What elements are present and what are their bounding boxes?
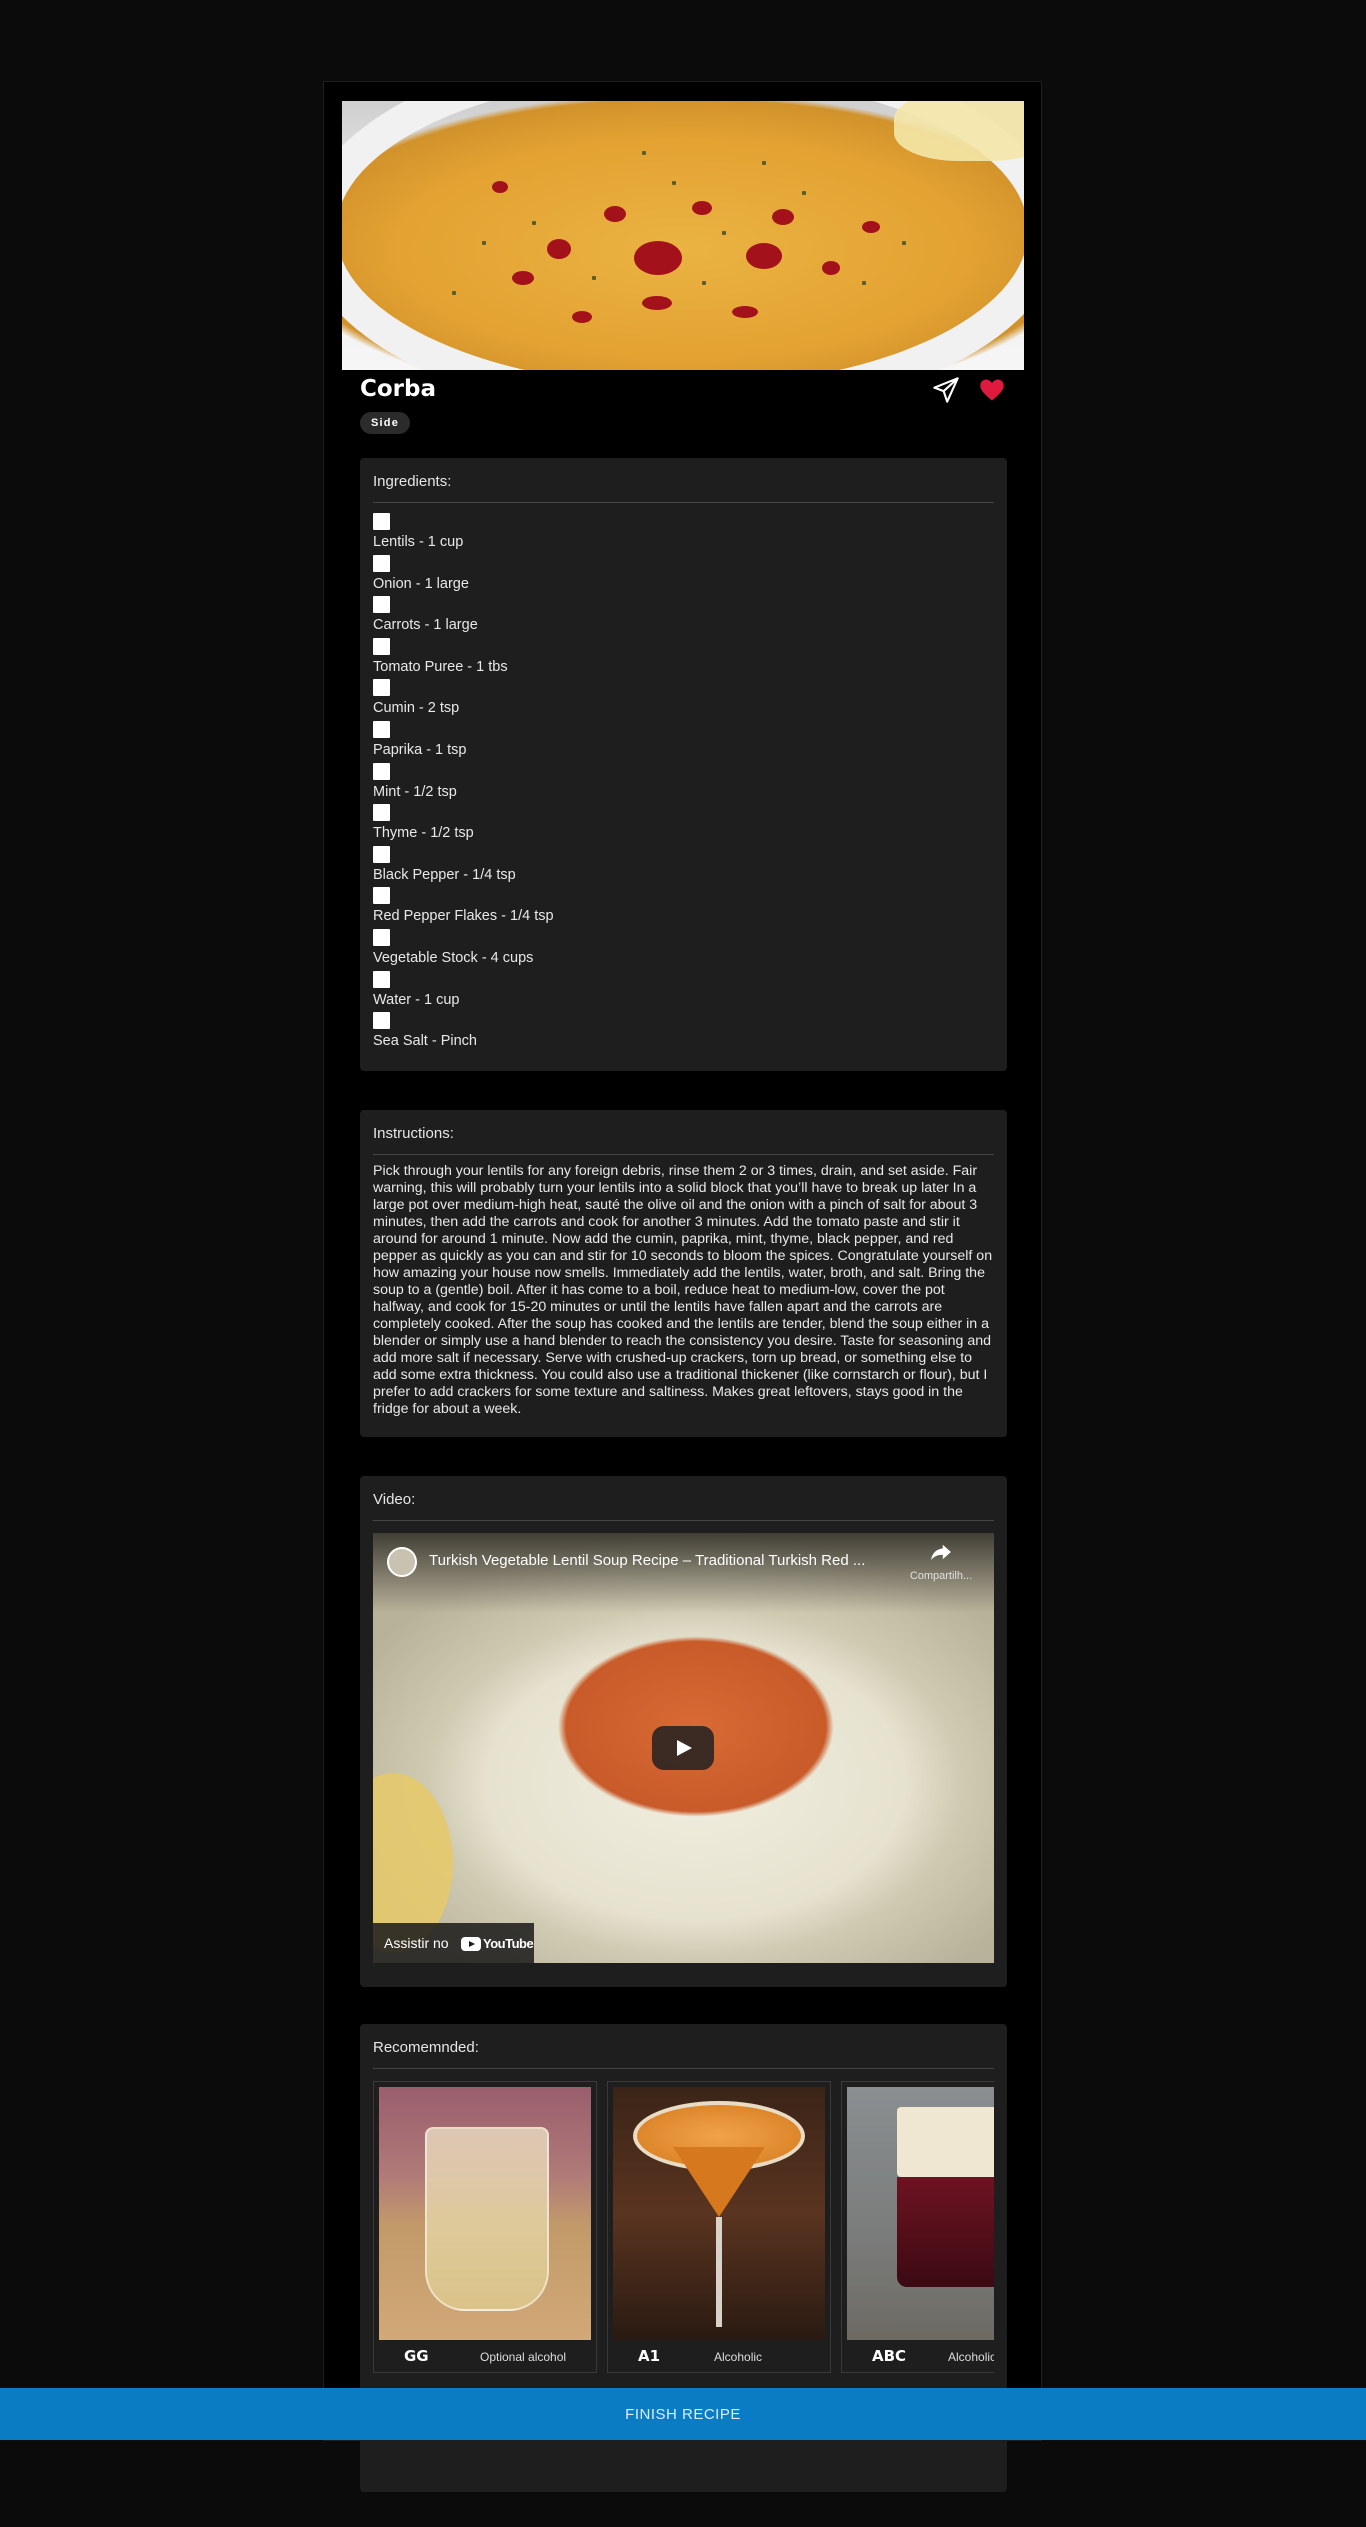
drink-type: Optional alcohol [480,2350,567,2364]
ingredient-label: Thyme - 1/2 tsp [373,825,474,842]
ingredient-checkbox[interactable] [373,804,390,822]
video-share-button[interactable]: Compartilh... [906,1543,976,1582]
ingredient-checkbox[interactable] [373,845,390,863]
category-badge: Side [360,412,411,434]
instructions-text: Pick through your lentils for any foreig… [373,1163,993,1417]
recommended-item[interactable]: GG Optional alcohol [373,2081,597,2373]
recipe-header: Corba [360,372,1008,412]
ingredient-checkbox[interactable] [373,554,390,572]
ingredient-checkbox[interactable] [373,970,390,988]
ingredient-label: Onion - 1 large [373,575,469,592]
youtube-icon [461,1937,481,1951]
ingredient-label: Cumin - 2 tsp [373,700,460,717]
favorite-button[interactable] [978,376,1006,404]
recommended-heading: Recomemnded: [373,2039,479,2056]
ingredient-label: Black Pepper - 1/4 tsp [373,866,516,883]
divider [373,2068,994,2069]
share-button[interactable] [932,376,960,404]
ingredient-label: Paprika - 1 tsp [373,741,467,758]
instructions-heading: Instructions: [373,1125,454,1142]
divider [373,1520,994,1521]
drink-type: Alcoholic [714,2350,763,2364]
channel-avatar[interactable] [387,1547,417,1577]
share-arrow-icon [931,1544,951,1561]
ingredient-label: Carrots - 1 large [373,617,478,634]
ingredient-label: Mint - 1/2 tsp [373,783,457,800]
ingredient-label: Red Pepper Flakes - 1/4 tsp [373,908,554,925]
heart-icon [980,379,1004,401]
ingredient-checkbox[interactable] [373,513,390,530]
ingredient-label: Lentils - 1 cup [373,534,464,550]
ingredient-label: Tomato Puree - 1 tbs [373,658,508,675]
ingredient-checkbox[interactable] [373,928,390,946]
ingredient-checkbox[interactable] [373,762,390,780]
video-heading: Video: [373,1491,416,1508]
youtube-text: YouTube [483,1936,534,1951]
watch-label: Assistir no [384,1935,449,1951]
ingredient-checkbox[interactable] [373,596,390,614]
recommended-carousel[interactable]: GG Optional alcohol A1 Alcoholic ABC Alc… [373,2081,994,2373]
ingredient-label: Water - 1 cup [373,991,460,1008]
drink-type: Alcoholic [948,2350,994,2364]
ingredient-checkbox[interactable] [373,1012,390,1030]
recipe-title: Corba [360,376,437,402]
finish-recipe-button[interactable]: FINISH RECIPE [0,2388,1366,2440]
send-icon [933,377,959,403]
drink-image [847,2087,994,2340]
divider [373,502,994,503]
watch-on-youtube-button[interactable]: Assistir no YouTube [373,1923,534,1963]
video-card: Video: Turkish Vegetable Lentil Soup Rec… [360,1476,1007,1987]
recipe-image [342,101,1024,370]
video-title[interactable]: Turkish Vegetable Lentil Soup Recipe – T… [429,1552,899,1569]
recommended-item[interactable]: ABC Alcoholic [841,2081,994,2373]
share-label: Compartilh... [909,1570,973,1582]
drink-name: GG [404,2347,429,2365]
divider [373,1154,994,1155]
ingredients-card: Ingredients: Lentils - 1 cup Onion - 1 l… [360,458,1007,1071]
recommended-item[interactable]: A1 Alcoholic [607,2081,831,2373]
ingredients-heading: Ingredients: [373,473,452,490]
video-player[interactable]: Turkish Vegetable Lentil Soup Recipe – T… [373,1533,994,1963]
ingredient-checkbox[interactable] [373,720,390,738]
instructions-card: Instructions: Pick through your lentils … [360,1110,1007,1437]
ingredient-checkbox[interactable] [373,679,390,697]
ingredient-checkbox[interactable] [373,637,390,655]
drink-image [613,2087,825,2340]
drink-image [379,2087,591,2340]
ingredient-label: Sea Salt - Pinch [373,1033,477,1050]
drink-name: ABC [872,2347,907,2365]
ingredient-label: Vegetable Stock - 4 cups [373,949,534,966]
ingredient-checkbox[interactable] [373,887,390,905]
drink-name: A1 [638,2347,661,2365]
play-button[interactable] [652,1726,714,1770]
recipe-page: Corba Side Ingredients: Lentils - 1 cup … [323,81,1042,2492]
